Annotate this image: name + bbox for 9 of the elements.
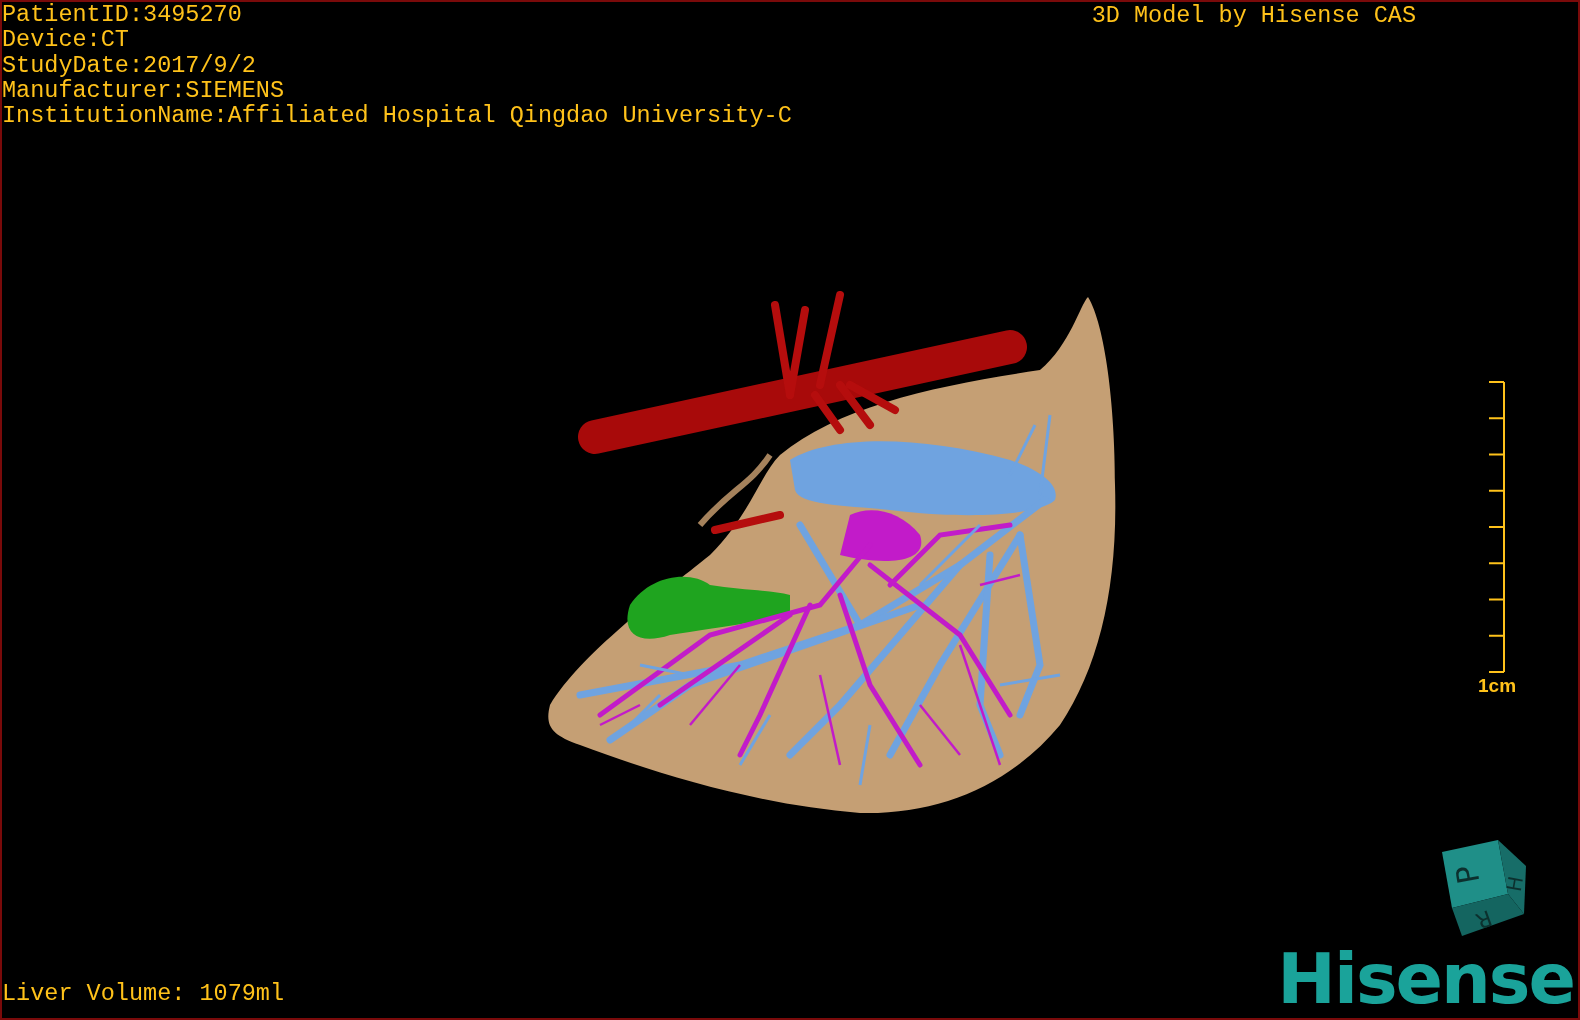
patient-info-text: StudyDate:2017/9/2 — [2, 52, 257, 78]
brand-logo: Hisense — [1277, 944, 1574, 1014]
patient-info-text: Manufacturer:SIEMENS — [2, 77, 286, 104]
patient-info-text: InstitutionName:Affiliated Hospital Qingdao University-C — [2, 103, 792, 129]
scale-label: 1cm — [1478, 675, 1517, 697]
patient-info-text: PatientID:3495270 — [2, 2, 243, 28]
liver-volume-text: Liver Volume: 1079ml — [2, 980, 285, 1008]
patient-info-text: Device:CT — [2, 27, 130, 53]
model-title: 3D Model by Hisense CAS — [1091, 2, 1416, 30]
